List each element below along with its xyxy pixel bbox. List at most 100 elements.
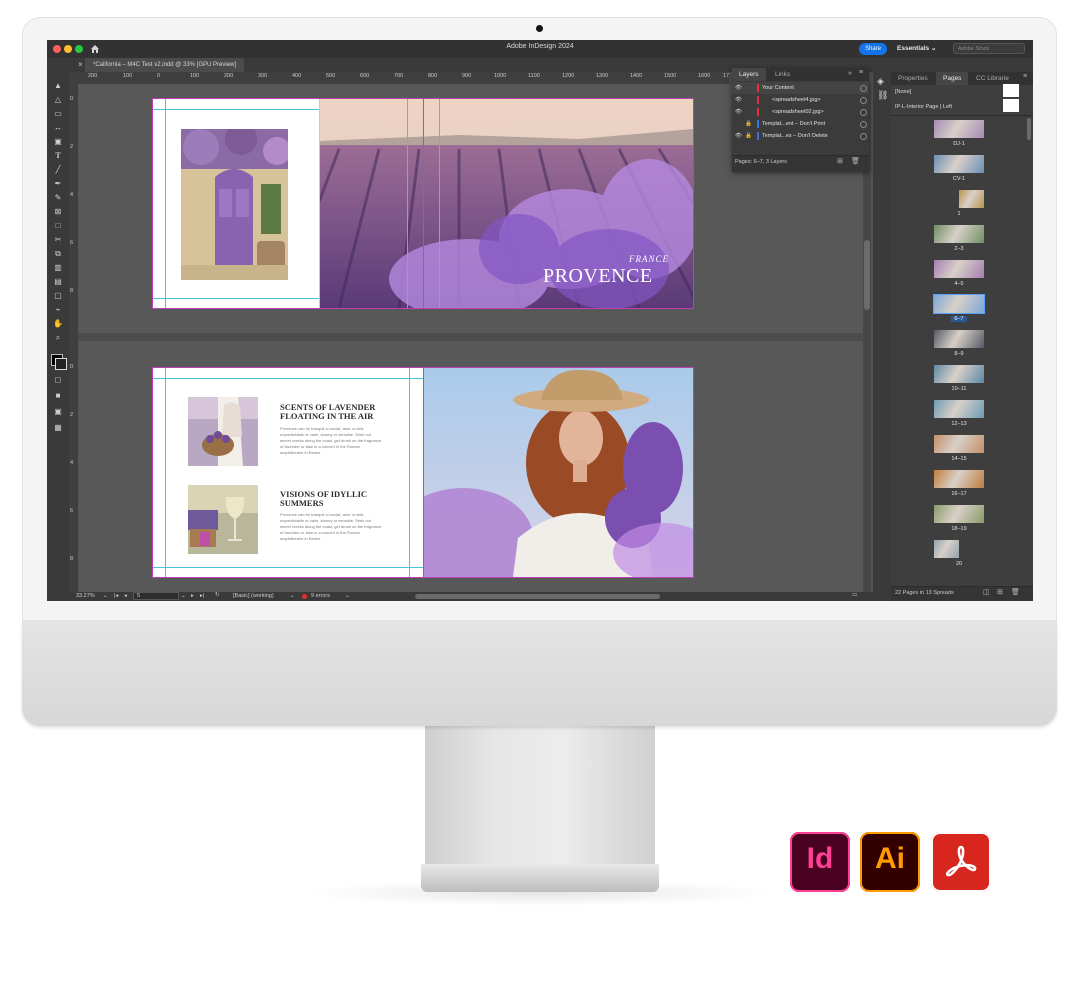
article-heading[interactable]: VISIONS OF IDYLLIC SUMMERS [280, 490, 390, 508]
type-tool-icon[interactable]: T [52, 150, 64, 161]
article-heading[interactable]: SCENTS OF LAVENDER FLOATING IN THE AIR [280, 403, 390, 421]
parent-interior-left[interactable]: IP-L-Interior Page | Left [895, 104, 952, 110]
page-thumb[interactable] [934, 260, 984, 278]
panel-toggle-icon[interactable]: ▭ [852, 592, 857, 598]
document-tab[interactable]: *California – M4C Test v2.indd @ 33% [GP… [85, 58, 245, 72]
spread-6-7[interactable]: FRANCE PROVENCE [153, 99, 693, 308]
gap-tool-icon[interactable]: ↔ [52, 122, 64, 133]
article-body[interactable]: Provence can be tranquil or social, wise… [280, 512, 382, 542]
delete-page-icon[interactable]: 🗑 [1011, 588, 1020, 596]
page-spread-thumb[interactable]: 14–15 [891, 435, 1027, 470]
scissors-icon[interactable]: ✂ [52, 234, 64, 245]
page-thumb[interactable] [934, 225, 984, 243]
page-thumb[interactable] [934, 120, 984, 138]
screen-mode-icon[interactable]: ▦ [52, 422, 64, 433]
page-spread-thumb[interactable]: 10–11 [891, 365, 1027, 400]
preflight-profile[interactable]: [Basic] (working) [233, 593, 274, 599]
hand-tool-icon[interactable]: ✋ [52, 318, 64, 329]
pages-scroll-thumb[interactable] [1027, 118, 1031, 140]
sync-icon[interactable]: ↻ [215, 592, 220, 598]
page-thumb[interactable] [934, 470, 984, 488]
tab-properties[interactable]: Properties [891, 72, 935, 85]
note-tool-icon[interactable]: ▢ [52, 290, 64, 301]
pen-tool-icon[interactable]: ✒ [52, 178, 64, 189]
visibility-eye-icon[interactable]: 👁 [735, 82, 742, 94]
zoom-tool-icon[interactable]: ⌕ [52, 332, 64, 343]
page-dropdown-icon[interactable]: ⌄ [181, 593, 186, 599]
page-spread-thumb[interactable]: 2–3 [891, 225, 1027, 260]
line-tool-icon[interactable]: ╱ [52, 164, 64, 175]
layer-row[interactable]: 👁 🔒 Templat...es – Don't Delete [732, 130, 869, 142]
page-spread-thumb[interactable]: 18–19 [891, 505, 1027, 540]
page-spread-thumb[interactable]: 4–5 [891, 260, 1027, 295]
view-mode-icon[interactable]: ▣ [52, 406, 64, 417]
stroke-color-icon[interactable] [55, 358, 67, 370]
layer-row[interactable]: 👁 Your Content [732, 82, 869, 94]
door-photo[interactable] [181, 129, 288, 280]
free-transform-icon[interactable]: ⧉ [52, 248, 64, 259]
new-page-icon[interactable]: ⊞ [997, 588, 1003, 596]
parent-none[interactable]: [None] [895, 89, 911, 95]
prev-page-icon[interactable]: ◂ [124, 593, 127, 599]
errors-dropdown-icon[interactable]: ⌄ [345, 593, 350, 599]
page-thumb[interactable] [933, 294, 985, 314]
pencil-tool-icon[interactable]: ✎ [52, 192, 64, 203]
new-layer-icon[interactable]: ⊞ [837, 157, 843, 165]
horizontal-scroll-thumb[interactable] [415, 594, 660, 599]
article-body[interactable]: Provence can be tranquil or social, wise… [280, 426, 382, 456]
page-spread-thumb[interactable]: 20 [891, 540, 1027, 575]
delete-layer-icon[interactable]: 🗑 [851, 157, 860, 165]
page-thumb[interactable] [934, 155, 984, 173]
lock-icon[interactable]: 🔒 [745, 118, 752, 130]
tab-pages[interactable]: Pages [936, 72, 969, 85]
parent-thumb[interactable] [1003, 84, 1019, 97]
lavender-basket-photo[interactable] [188, 397, 258, 466]
page-tool-icon[interactable]: ▭ [52, 108, 64, 119]
tab-links[interactable]: Links [768, 68, 797, 81]
rectangle-tool-icon[interactable]: □ [52, 220, 64, 231]
tab-layers[interactable]: Layers [732, 68, 766, 81]
zoom-level[interactable]: 33.27% [76, 593, 95, 599]
collapse-panel-icon[interactable]: » [848, 70, 852, 77]
page-thumb[interactable] [934, 540, 959, 558]
layer-target-icon[interactable] [860, 85, 867, 92]
layer-target-icon[interactable] [860, 109, 867, 116]
preflight-errors[interactable]: 9 errors [311, 593, 330, 599]
page-spread-thumb[interactable]: 12–13 [891, 400, 1027, 435]
layers-stack-icon[interactable]: ◈ [877, 76, 884, 87]
layer-target-icon[interactable] [860, 97, 867, 104]
layer-target-icon[interactable] [860, 133, 867, 140]
visibility-eye-icon[interactable]: 👁 [735, 94, 742, 106]
profile-dropdown-icon[interactable]: ⌄ [290, 593, 295, 599]
location-title[interactable]: PROVENCE [543, 265, 653, 288]
apply-color-icon[interactable]: ■ [52, 390, 64, 401]
page-spread-thumb[interactable]: 6–7 [891, 294, 1027, 330]
page-size-icon[interactable]: ◫ [983, 588, 990, 596]
lock-icon[interactable]: 🔒 [745, 130, 752, 142]
stock-search-input[interactable]: Adobe Stock [953, 43, 1025, 54]
parent-thumb[interactable] [1003, 99, 1019, 112]
page-thumb[interactable] [934, 365, 984, 383]
last-page-icon[interactable]: ▸| [200, 593, 204, 599]
layer-target-icon[interactable] [860, 121, 867, 128]
formatting-container-icon[interactable]: ◻ [52, 374, 64, 385]
visibility-eye-icon[interactable]: 👁 [735, 106, 742, 118]
spread-8-9[interactable]: SCENTS OF LAVENDER FLOATING IN THE AIR P… [153, 368, 693, 577]
workspace-switcher[interactable]: Essentials ⌄ [897, 44, 936, 52]
layer-row[interactable]: 👁 <spreadsheet4.jpg> [732, 94, 869, 106]
selection-tool-icon[interactable]: ▲ [52, 80, 64, 91]
share-button[interactable]: Share [859, 43, 887, 55]
zoom-dropdown-icon[interactable]: ⌄ [103, 593, 108, 599]
page-thumb[interactable] [934, 400, 984, 418]
rectangle-frame-icon[interactable]: ⊠ [52, 206, 64, 217]
page-number-field[interactable]: 5 [133, 592, 179, 600]
page-thumb[interactable] [959, 190, 984, 208]
page-thumb[interactable] [934, 330, 984, 348]
first-page-icon[interactable]: |◂ [114, 593, 118, 599]
gradient-feather-icon[interactable]: ▤ [52, 276, 64, 287]
content-collector-icon[interactable]: ▣ [52, 136, 64, 147]
direct-selection-icon[interactable]: △ [52, 94, 64, 105]
close-tab-icon[interactable]: × [78, 60, 83, 69]
panel-menu-icon[interactable]: ≡ [859, 69, 863, 76]
layer-row[interactable]: 🔒 Templat...ent – Don't Print [732, 118, 869, 130]
